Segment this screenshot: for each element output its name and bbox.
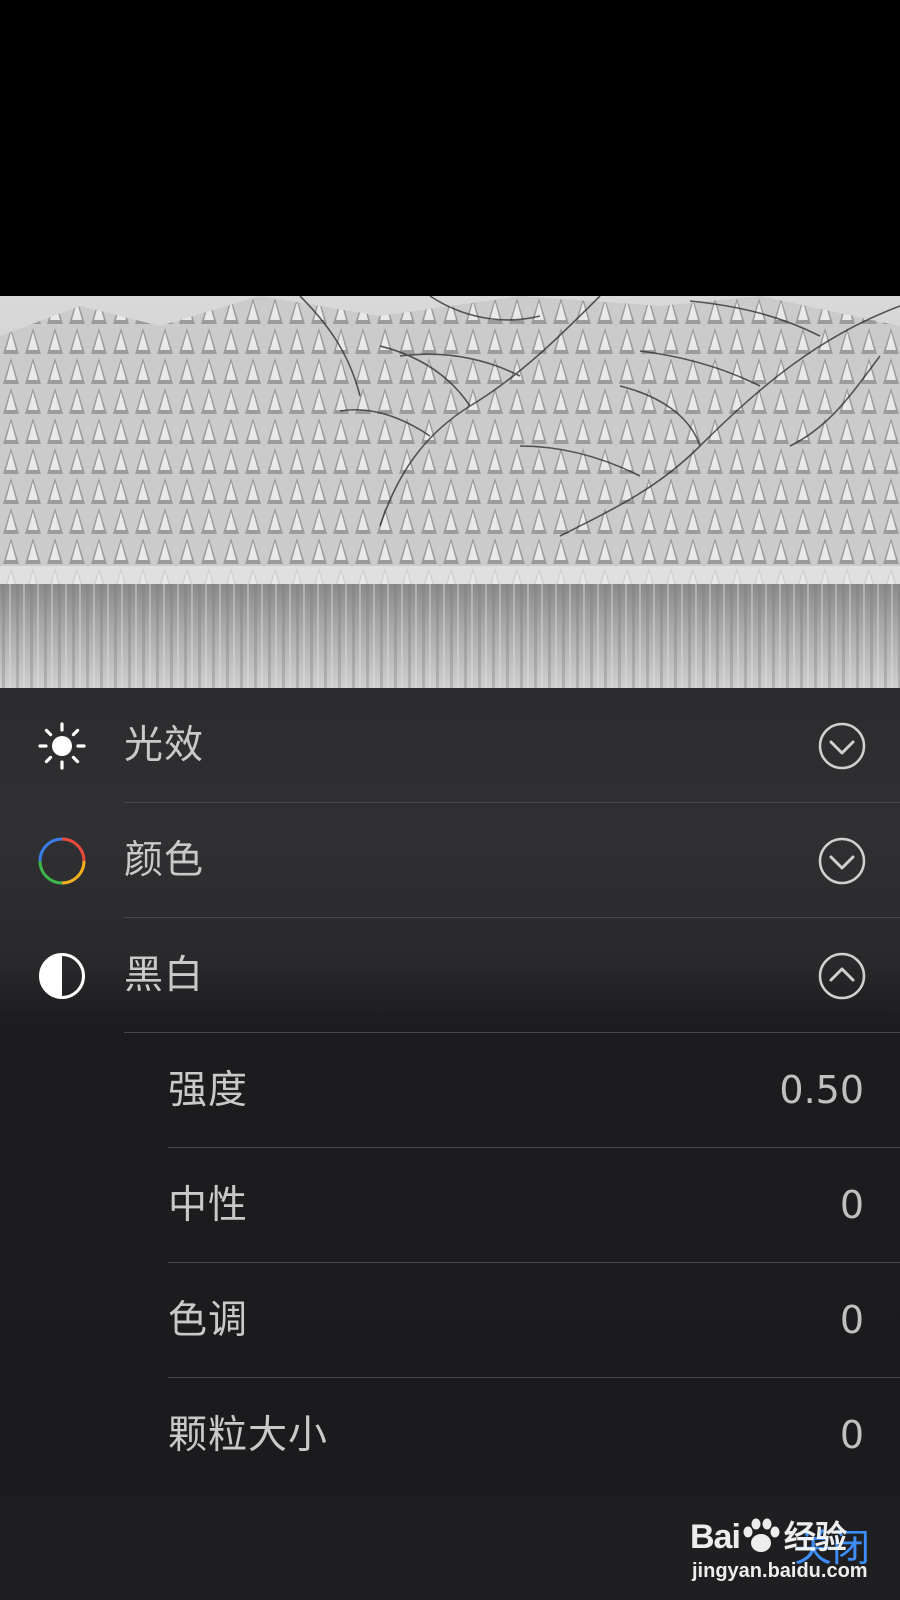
bw-item-grain[interactable]: 颗粒大小 0 — [0, 1378, 900, 1493]
watermark: Bai 经验 jingyan.baidu.com — [690, 1504, 870, 1594]
watermark-url: jingyan.baidu.com — [692, 1560, 868, 1582]
section-black-white-label: 黑白 — [124, 953, 205, 998]
top-black-area — [0, 0, 900, 296]
watermark-brand: Bai — [690, 1518, 741, 1556]
section-black-white[interactable]: 黑白 — [0, 918, 900, 1033]
section-light-label: 光效 — [124, 723, 205, 768]
adjustments-panel: 光效 颜色 黑白 强度 0.50 中性 0 色调 0 颗粒大小 0 — [0, 688, 900, 1496]
bw-item-value: 0 — [839, 1183, 864, 1227]
bw-item-tone[interactable]: 色调 0 — [0, 1263, 900, 1378]
bw-item-label: 颗粒大小 — [168, 1413, 329, 1458]
bw-item-label: 中性 — [168, 1183, 249, 1228]
section-color[interactable]: 颜色 — [0, 803, 900, 918]
bw-item-value: 0.50 — [779, 1068, 864, 1112]
section-color-label: 颜色 — [124, 838, 205, 883]
bw-item-neutral[interactable]: 中性 0 — [0, 1148, 900, 1263]
bw-item-intensity[interactable]: 强度 0.50 — [0, 1033, 900, 1148]
bw-item-label: 色调 — [168, 1298, 249, 1343]
paw-icon — [743, 1518, 780, 1552]
bw-item-value: 0 — [839, 1413, 864, 1457]
watermark-logo: Bai 经验 — [690, 1512, 847, 1558]
bw-item-value: 0 — [839, 1298, 864, 1342]
landscape-photo — [0, 296, 900, 688]
chevron-down-circle-icon[interactable] — [818, 722, 866, 770]
chevron-up-circle-icon[interactable] — [818, 952, 866, 1000]
watermark-brand-suffix: 经验 — [783, 1518, 847, 1556]
chevron-down-circle-icon[interactable] — [818, 837, 866, 885]
color-wheel-icon — [38, 837, 86, 885]
section-light[interactable]: 光效 — [0, 688, 900, 803]
half-circle-icon — [39, 953, 85, 999]
bw-item-label: 强度 — [168, 1068, 249, 1113]
sun-icon — [38, 722, 86, 770]
photo-preview[interactable] — [0, 296, 900, 688]
